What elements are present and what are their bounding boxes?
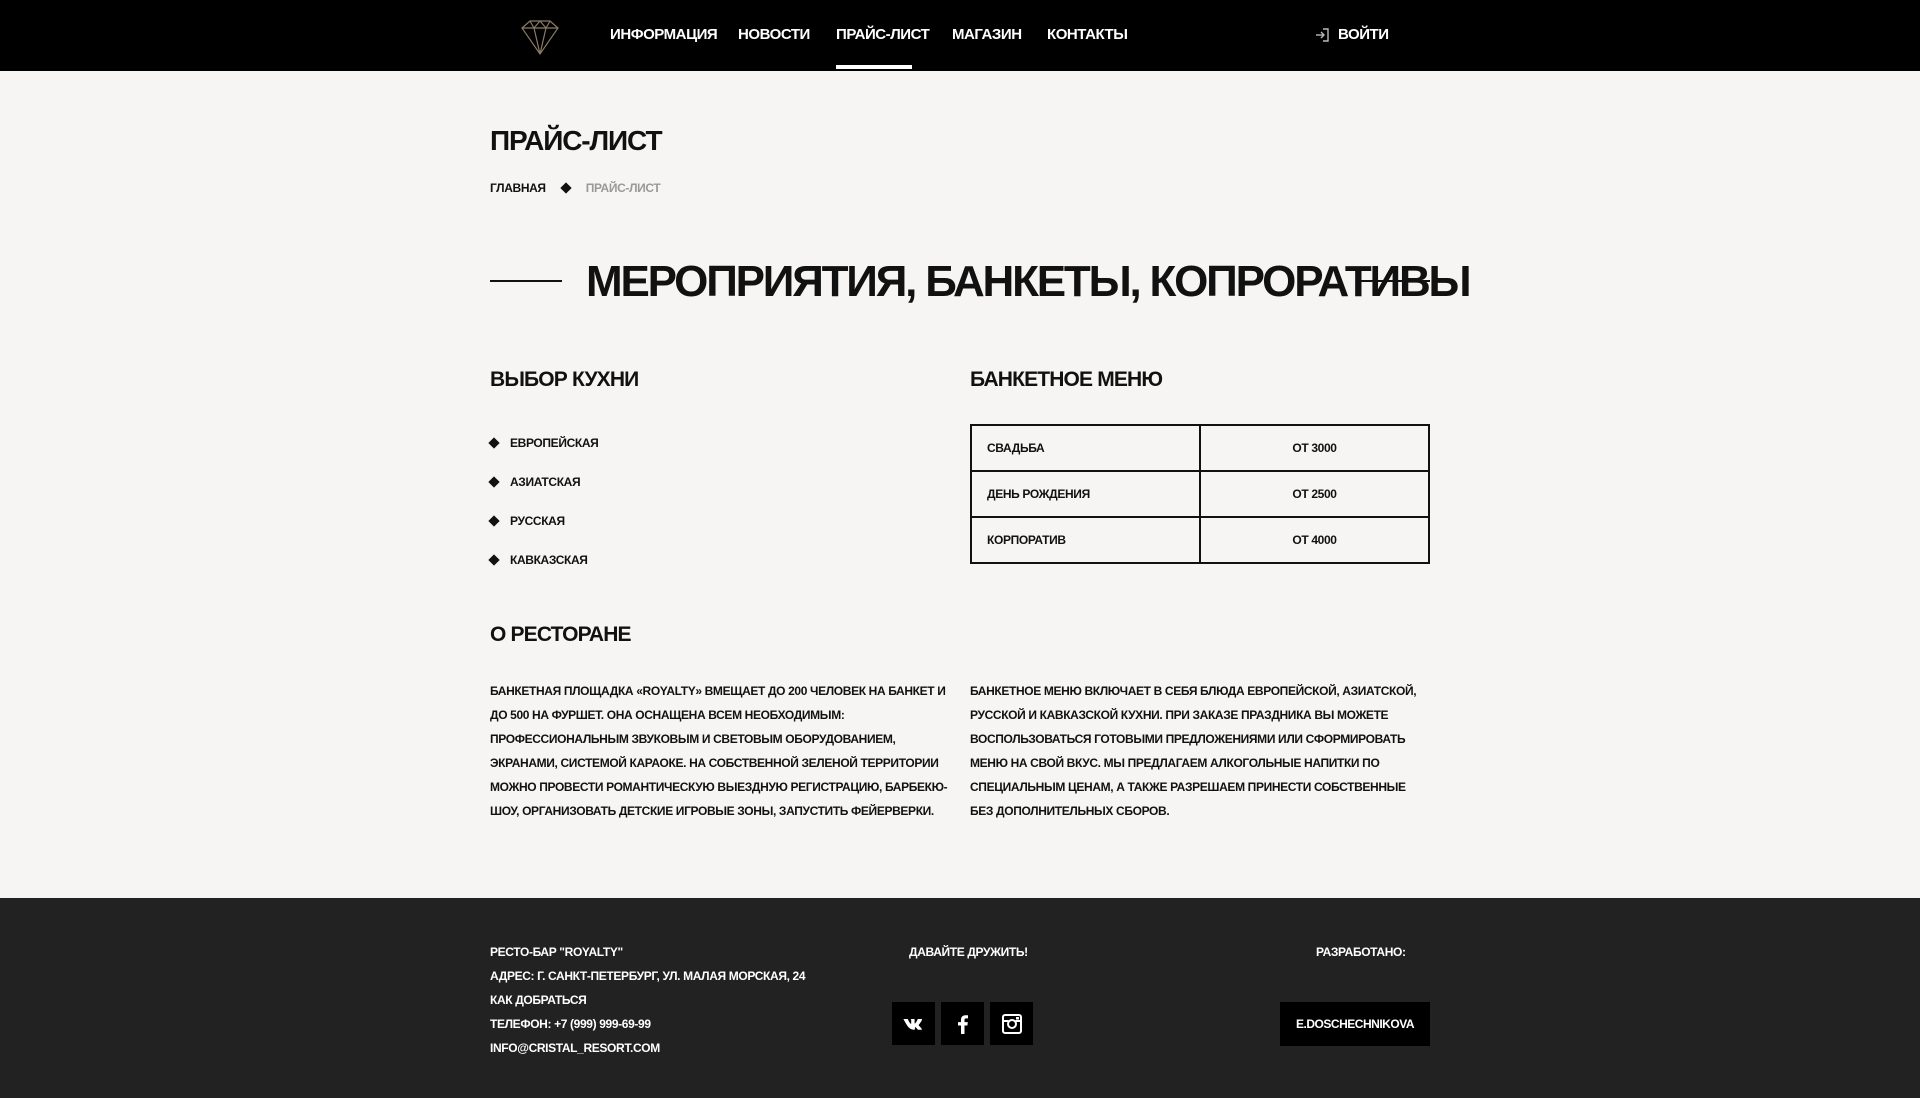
section-title: МЕРОПРИЯТИЯ, БАНКЕТЫ, КОПРОРАТИВЫ	[586, 257, 1472, 306]
menu-item-price: ОТ 4000	[1199, 516, 1430, 564]
nav-item-shop[interactable]: МАГАЗИН	[952, 26, 1022, 43]
breadcrumb-home-link[interactable]: ГЛАВНАЯ	[490, 181, 546, 195]
cuisine-label: АЗИАТСКАЯ	[510, 474, 581, 489]
login-button[interactable]: ВОЙТИ	[1314, 26, 1389, 43]
menu-item-price: ОТ 3000	[1199, 424, 1430, 472]
footer-address: АДРЕС: Г. САНКТ-ПЕТЕРБУРГ, УЛ. МАЛАЯ МОР…	[490, 969, 806, 983]
developer-link-button[interactable]: E.DOSCHECHNIKOVA	[1280, 1002, 1430, 1046]
sign-in-icon	[1316, 27, 1329, 42]
menu-item-name: СВАДЬБА	[970, 424, 1201, 472]
menu-item-name: ДЕНЬ РОЖДЕНИЯ	[970, 470, 1201, 518]
bullet-diamond-icon	[488, 514, 500, 527]
about-text-left: БАНКЕТНАЯ ПЛОЩАДКА «ROYALTY» ВМЕЩАЕТ ДО …	[490, 684, 948, 818]
footer-contacts: РЕСТО-БАР "ROYALTY" АДРЕС: Г. САНКТ-ПЕТЕ…	[490, 940, 806, 1060]
nav-item-contacts[interactable]: КОНТАКТЫ	[1047, 26, 1128, 43]
table-row: ДЕНЬ РОЖДЕНИЯ ОТ 2500	[970, 470, 1430, 518]
page-title: ПРАЙС-ЛИСТ	[490, 125, 663, 156]
nav-item-info[interactable]: ИНФОРМАЦИЯ	[610, 26, 718, 43]
top-navbar: ИНФОРМАЦИЯ НОВОСТИ ПРАЙС-ЛИСТ МАГАЗИН КО…	[0, 0, 1920, 71]
vk-icon	[903, 1018, 922, 1030]
menu-item-price: ОТ 2500	[1199, 470, 1430, 518]
heading-divider-left	[490, 280, 562, 282]
nav-item-price-list[interactable]: ПРАЙС-ЛИСТ	[836, 26, 930, 43]
table-row: КОРПОРАТИВ ОТ 4000	[970, 516, 1430, 564]
banquet-menu-table: СВАДЬБА ОТ 3000 ДЕНЬ РОЖДЕНИЯ ОТ 2500 КО…	[970, 424, 1430, 564]
active-nav-indicator	[836, 65, 912, 69]
breadcrumb-separator-icon	[560, 182, 572, 194]
facebook-link[interactable]	[941, 1002, 984, 1045]
cuisine-heading: ВЫБОР КУХНИ	[490, 368, 639, 391]
cuisine-label: РУССКАЯ	[510, 513, 565, 528]
footer-developed-title: РАЗРАБОТАНО:	[1316, 945, 1406, 959]
bullet-diamond-icon	[488, 553, 500, 566]
login-label: ВОЙТИ	[1338, 26, 1389, 43]
footer-directions-link[interactable]: КАК ДОБРАТЬСЯ	[490, 988, 805, 1012]
instagram-icon	[1001, 1013, 1022, 1034]
diamond-logo-icon[interactable]	[516, 18, 564, 58]
list-item: АЗИАТСКАЯ	[488, 462, 598, 501]
about-heading: О РЕСТОРАНЕ	[490, 623, 632, 646]
cuisine-label: ЕВРОПЕЙСКАЯ	[510, 435, 599, 450]
footer: РЕСТО-БАР "ROYALTY" АДРЕС: Г. САНКТ-ПЕТЕ…	[0, 898, 1920, 1098]
breadcrumb: ГЛАВНАЯ ПРАЙС-ЛИСТ	[490, 181, 661, 195]
facebook-icon	[957, 1014, 968, 1034]
table-row: СВАДЬБА ОТ 3000	[970, 424, 1430, 472]
bullet-diamond-icon	[488, 475, 500, 488]
instagram-link[interactable]	[990, 1002, 1033, 1045]
about-text-right: БАНКЕТНОЕ МЕНЮ ВКЛЮЧАЕТ В СЕБЯ БЛЮДА ЕВР…	[970, 684, 1417, 818]
cuisine-list: ЕВРОПЕЙСКАЯ АЗИАТСКАЯ РУССКАЯ КАВКАЗСКАЯ	[488, 423, 599, 579]
heading-divider-right	[1358, 280, 1430, 282]
social-links	[892, 1002, 1033, 1045]
cuisine-label: КАВКАЗСКАЯ	[510, 552, 588, 567]
nav-item-news[interactable]: НОВОСТИ	[738, 26, 810, 43]
footer-phone: ТЕЛЕФОН: +7 (999) 999-69-99	[490, 1017, 651, 1031]
bullet-diamond-icon	[488, 436, 500, 449]
footer-email-link[interactable]: INFO@CRISTAL_RESORT.COM	[490, 1036, 805, 1060]
footer-social-title: ДАВАЙТЕ ДРУЖИТЬ!	[909, 945, 1028, 959]
list-item: РУССКАЯ	[488, 501, 598, 540]
list-item: ЕВРОПЕЙСКАЯ	[488, 423, 599, 462]
banquet-menu-heading: БАНКЕТНОЕ МЕНЮ	[970, 368, 1163, 391]
breadcrumb-current: ПРАЙС-ЛИСТ	[585, 181, 661, 195]
list-item: КАВКАЗСКАЯ	[488, 540, 598, 579]
vk-link[interactable]	[892, 1002, 935, 1045]
section-heading: МЕРОПРИЯТИЯ, БАНКЕТЫ, КОПРОРАТИВЫ	[490, 257, 1472, 307]
footer-restaurant-name: РЕСТО-БАР "ROYALTY"	[490, 945, 623, 959]
menu-item-name: КОРПОРАТИВ	[970, 516, 1201, 564]
